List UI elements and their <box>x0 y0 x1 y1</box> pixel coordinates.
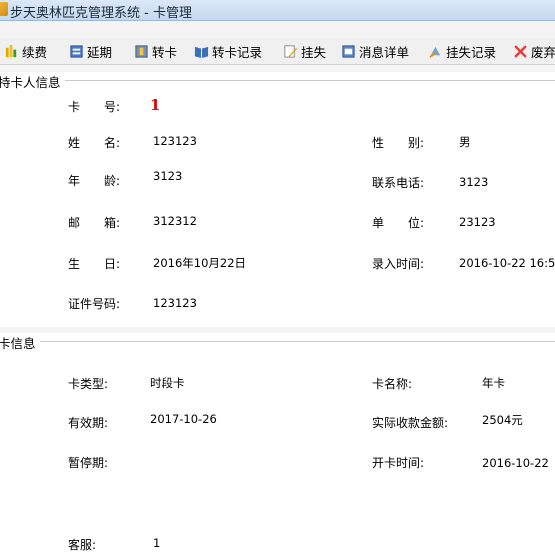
extend-button[interactable]: 延期 <box>69 42 112 60</box>
extend-icon <box>70 44 83 58</box>
holder-info-section: 持卡人信息 卡 号: 1 姓 名: 123123 性 别: 男 年 龄: 312… <box>0 72 555 327</box>
title-bar: 步天奥林匹克管理系统 - 卡管理 <box>0 0 555 21</box>
name-label: 姓 名: <box>68 136 121 150</box>
gender-label: 性 别: <box>372 136 425 150</box>
extend-label: 延期 <box>87 44 113 60</box>
loss-log-button[interactable]: 挂失记录 <box>428 42 496 60</box>
card-name-label: 卡名称: <box>372 377 413 391</box>
message-icon <box>342 44 355 58</box>
email-label: 邮 箱: <box>68 216 121 230</box>
transfer-button[interactable]: 转卡 <box>134 42 177 60</box>
phone-label: 联系电话: <box>372 176 425 190</box>
card-info-section: 卡信息 卡类型: 时段卡 卡名称: 年卡 有效期: 2017-10-26 实际收… <box>0 333 555 555</box>
gender-value: 男 <box>459 135 471 149</box>
section-divider <box>0 341 555 342</box>
report-loss-button[interactable]: 挂失 <box>283 42 326 60</box>
book-icon <box>194 46 209 58</box>
entry-time-label: 录入时间: <box>372 257 425 271</box>
valid-label: 有效期: <box>68 416 109 430</box>
email-value: 312312 <box>153 214 197 228</box>
message-detail-button[interactable]: 消息详单 <box>341 42 409 60</box>
id-no-label: 证件号码: <box>68 297 121 311</box>
birthday-label: 生 日: <box>68 257 121 271</box>
birthday-value: 2016年10月22日 <box>153 256 247 270</box>
transfer-label: 转卡 <box>152 44 178 60</box>
unit-value: 23123 <box>459 215 496 229</box>
paid-label: 实际收款金额: <box>372 416 449 430</box>
toolbar: 续费 延期 转卡 转卡记录 挂失 消息详单 挂失记录 废弃 <box>0 38 555 65</box>
service-label: 客服: <box>68 538 97 552</box>
card-name-value: 年卡 <box>482 376 505 390</box>
id-no-value: 123123 <box>153 296 197 310</box>
renew-label: 续费 <box>22 44 48 60</box>
open-time-label: 开卡时间: <box>372 456 425 470</box>
valid-value: 2017-10-26 <box>150 412 217 426</box>
pencil-icon <box>284 44 298 58</box>
window-title: 步天奥林匹克管理系统 - 卡管理 <box>10 6 192 21</box>
card-type-value: 时段卡 <box>150 376 185 390</box>
void-button[interactable]: 废弃 <box>513 42 555 60</box>
card-no-value: 1 <box>150 96 161 114</box>
section-divider <box>0 80 555 81</box>
service-value: 1 <box>153 536 161 550</box>
delete-icon <box>514 45 527 57</box>
transfer-log-button[interactable]: 转卡记录 <box>194 42 262 60</box>
phone-value: 3123 <box>459 175 489 189</box>
loss-log-label: 挂失记录 <box>446 44 497 60</box>
card-no-label: 卡 号: <box>68 100 121 114</box>
renew-button[interactable]: 续费 <box>4 42 47 60</box>
holder-section-title: 持卡人信息 <box>0 72 65 91</box>
report-loss-label: 挂失 <box>301 44 327 60</box>
transfer-log-label: 转卡记录 <box>212 44 263 60</box>
loss-log-icon <box>429 46 441 58</box>
card-section-title: 卡信息 <box>0 333 40 352</box>
transfer-icon <box>135 44 148 58</box>
unit-label: 单 位: <box>372 216 425 230</box>
renew-icon <box>5 44 17 57</box>
void-label: 废弃 <box>531 44 555 60</box>
name-value: 123123 <box>153 134 197 148</box>
card-type-label: 卡类型: <box>68 377 109 391</box>
age-label: 年 龄: <box>68 174 121 188</box>
open-time-value: 2016-10-22 <box>482 456 549 470</box>
entry-time-value: 2016-10-22 16:5 <box>459 256 555 270</box>
app-icon <box>0 2 8 16</box>
message-detail-label: 消息详单 <box>359 44 410 60</box>
age-value: 3123 <box>153 169 183 183</box>
suspend-label: 暂停期: <box>68 456 109 470</box>
paid-value: 2504元 <box>482 413 523 427</box>
